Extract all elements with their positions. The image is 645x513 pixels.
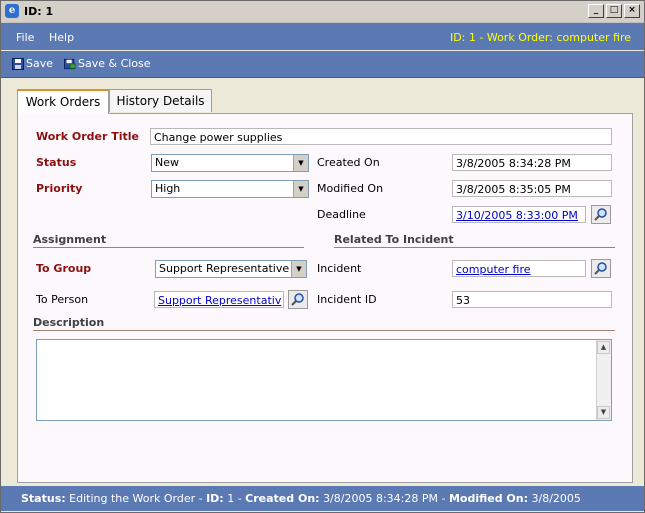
description-scrollbar[interactable]: ▲ ▼ (596, 340, 611, 420)
status-key: Status: (21, 492, 66, 505)
incident-divider (334, 247, 615, 248)
deadline-field[interactable]: 3/10/2005 8:33:00 PM (452, 206, 586, 223)
incident-id-field: 53 (452, 291, 612, 308)
menu-file[interactable]: File (16, 31, 34, 44)
to-person-field[interactable]: Support Representativ (154, 291, 284, 308)
modified-on-field: 3/8/2005 8:35:05 PM (452, 180, 612, 197)
person-lookup-button[interactable] (288, 290, 308, 309)
minimize-button[interactable]: _ (588, 4, 604, 18)
to-group-label: To Group (36, 262, 92, 275)
work-order-title-label: Work Order Title (36, 130, 139, 143)
incident-field[interactable]: computer fire (452, 260, 586, 277)
menu-bar: File Help ID: 1 - Work Order: computer f… (1, 23, 644, 50)
status-label: Status (36, 156, 77, 169)
toolbar: Save Save & Close (1, 51, 644, 78)
status-created-key: Created On: (245, 492, 320, 505)
save-label: Save (26, 57, 54, 70)
status-created-text: 3/8/2005 8:34:28 PM - (323, 492, 446, 505)
dropdown-arrow-icon: ▼ (293, 181, 308, 197)
menu-help[interactable]: Help (49, 31, 74, 44)
status-select-value: New (155, 156, 179, 169)
description-divider (33, 330, 615, 331)
status-bar: Status: Editing the Work Order - ID: 1 -… (1, 486, 644, 511)
dropdown-arrow-icon: ▼ (293, 155, 308, 171)
tab-history-details[interactable]: History Details (109, 89, 212, 112)
save-close-label: Save & Close (78, 57, 151, 70)
incident-heading: Related To Incident (334, 233, 454, 246)
window-controls: _ □ × (588, 4, 640, 18)
to-person-label: To Person (36, 293, 89, 306)
assignment-heading: Assignment (33, 233, 107, 246)
work-order-caption: ID: 1 - Work Order: computer fire (449, 31, 631, 44)
priority-label: Priority (36, 182, 83, 195)
incident-id-label: Incident ID (317, 293, 377, 306)
magnifier-icon (594, 208, 607, 221)
dropdown-arrow-icon: ▼ (291, 261, 306, 277)
created-on-label: Created On (317, 156, 380, 169)
floppy-disk-icon (12, 57, 24, 70)
save-button[interactable]: Save (12, 57, 53, 70)
status-modified-text: 3/8/2005 (531, 492, 581, 505)
incident-label: Incident (317, 262, 362, 275)
description-heading: Description (33, 316, 105, 329)
application-window: e ID: 1 _ □ × File Help ID: 1 - Work Ord… (0, 0, 645, 513)
magnifier-icon (594, 262, 607, 275)
tab-work-orders[interactable]: Work Orders (17, 89, 109, 114)
deadline-lookup-button[interactable] (591, 205, 611, 224)
content-area: Work Orders History Details Work Order T… (1, 78, 644, 484)
incident-lookup-button[interactable] (591, 259, 611, 278)
save-close-button[interactable]: Save & Close (64, 57, 151, 70)
priority-select[interactable]: High ▼ (151, 180, 309, 198)
to-group-select-value: Support Representative (159, 262, 290, 275)
status-text: Editing the Work Order - (69, 492, 203, 505)
status-select[interactable]: New ▼ (151, 154, 309, 172)
save-close-icon (64, 58, 76, 69)
description-textarea[interactable]: ▲ ▼ (36, 339, 612, 421)
close-button[interactable]: × (624, 4, 640, 18)
created-on-field: 3/8/2005 8:34:28 PM (452, 154, 612, 171)
work-order-title-input[interactable]: Change power supplies (150, 128, 612, 145)
scroll-up-icon[interactable]: ▲ (597, 341, 610, 354)
status-modified-key: Modified On: (448, 492, 529, 505)
status-id-text: 1 - (227, 492, 242, 505)
modified-on-label: Modified On (317, 182, 384, 195)
status-id-key: ID: (206, 492, 224, 505)
ie-icon: e (5, 4, 19, 18)
work-order-panel: Work Order Title Change power supplies S… (17, 113, 633, 483)
maximize-button[interactable]: □ (606, 4, 622, 18)
deadline-label: Deadline (317, 208, 366, 221)
scroll-down-icon[interactable]: ▼ (597, 406, 610, 419)
priority-select-value: High (155, 182, 181, 195)
assignment-divider (33, 247, 304, 248)
magnifier-icon (291, 293, 304, 306)
window-title: ID: 1 (24, 5, 54, 18)
title-bar: e ID: 1 _ □ × (1, 1, 644, 23)
to-group-select[interactable]: Support Representative ▼ (155, 260, 307, 278)
